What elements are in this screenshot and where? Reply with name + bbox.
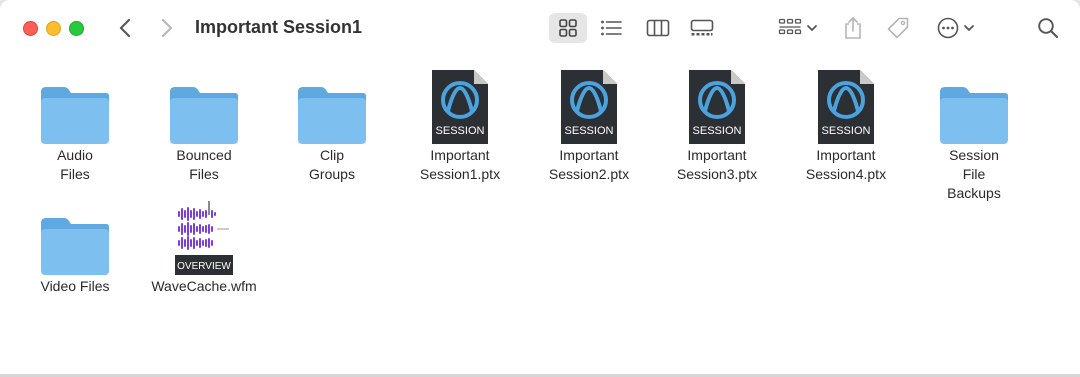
share-icon bbox=[845, 17, 861, 39]
chevron-left-icon bbox=[119, 18, 131, 38]
session-badge: SESSION bbox=[693, 125, 742, 137]
file-item[interactable]: SESSION Important Session3.ptx bbox=[652, 62, 782, 184]
forward-button[interactable] bbox=[155, 16, 179, 40]
share-button[interactable] bbox=[838, 13, 868, 43]
group-by-button[interactable] bbox=[773, 13, 823, 43]
folder-icon bbox=[10, 62, 140, 146]
file-name: Session File Backups bbox=[947, 147, 1001, 201]
more-actions-button[interactable] bbox=[931, 13, 981, 43]
gallery-view-icon bbox=[690, 19, 714, 36]
folder-icon bbox=[10, 193, 140, 277]
file-name: Audio Files bbox=[57, 147, 93, 182]
session-file-icon: SESSION bbox=[781, 62, 911, 146]
file-name: Video Files bbox=[40, 278, 110, 294]
file-name: Important Session2.ptx bbox=[548, 147, 630, 182]
file-name: WaveCache.wfm bbox=[151, 278, 257, 294]
window-title: Important Session1 bbox=[195, 17, 363, 37]
file-item[interactable]: Audio Files bbox=[10, 62, 140, 184]
session-file-icon: SESSION bbox=[524, 62, 654, 146]
toolbar: Important Session1 bbox=[0, 0, 1080, 58]
tag-icon bbox=[887, 17, 909, 39]
zoom-window-button[interactable] bbox=[69, 21, 84, 36]
column-view-button[interactable] bbox=[640, 13, 676, 43]
file-name: Important Session1.ptx bbox=[419, 147, 501, 182]
session-badge: SESSION bbox=[822, 125, 871, 137]
file-item[interactable]: Bounced Files bbox=[139, 62, 269, 184]
file-item[interactable]: Session File Backups bbox=[909, 62, 1039, 203]
icon-view-button[interactable] bbox=[549, 13, 587, 43]
file-name: Clip Groups bbox=[309, 147, 355, 182]
session-file-icon: SESSION bbox=[652, 62, 782, 146]
search-button[interactable] bbox=[1033, 13, 1063, 43]
file-item[interactable]: SESSION Important Session2.ptx bbox=[524, 62, 654, 184]
file-item[interactable]: Video Files bbox=[10, 193, 140, 296]
tag-button[interactable] bbox=[882, 13, 914, 43]
waveform-file-icon: OVERVIEW bbox=[139, 193, 269, 277]
session-badge: SESSION bbox=[436, 125, 485, 137]
finder-window: Important Session1 Audio Files Bounced F… bbox=[0, 0, 1080, 374]
folder-icon bbox=[267, 62, 397, 146]
column-view-icon bbox=[646, 19, 670, 37]
file-item[interactable]: SESSION Important Session1.ptx bbox=[395, 62, 525, 184]
close-window-button[interactable] bbox=[23, 21, 38, 36]
overview-badge: OVERVIEW bbox=[177, 261, 231, 272]
file-item[interactable]: OVERVIEW WaveCache.wfm bbox=[139, 193, 269, 296]
file-item[interactable]: SESSION Important Session4.ptx bbox=[781, 62, 911, 184]
group-icon bbox=[778, 18, 802, 35]
session-badge: SESSION bbox=[565, 125, 614, 137]
list-view-button[interactable] bbox=[593, 13, 629, 43]
grid-view-icon bbox=[559, 19, 577, 37]
file-name: Important Session4.ptx bbox=[805, 147, 887, 182]
minimize-window-button[interactable] bbox=[46, 21, 61, 36]
chevron-down-icon bbox=[964, 25, 974, 31]
file-name: Important Session3.ptx bbox=[676, 147, 758, 182]
chevron-down-icon bbox=[807, 25, 817, 31]
folder-icon bbox=[909, 62, 1039, 146]
chevron-right-icon bbox=[161, 18, 173, 38]
back-button[interactable] bbox=[113, 16, 137, 40]
folder-icon bbox=[139, 62, 269, 146]
session-file-icon: SESSION bbox=[395, 62, 525, 146]
search-icon bbox=[1038, 18, 1059, 39]
file-name: Bounced Files bbox=[176, 147, 232, 182]
more-icon bbox=[937, 17, 959, 39]
gallery-view-button[interactable] bbox=[684, 13, 720, 43]
file-item[interactable]: Clip Groups bbox=[267, 62, 397, 184]
list-view-icon bbox=[601, 20, 622, 36]
